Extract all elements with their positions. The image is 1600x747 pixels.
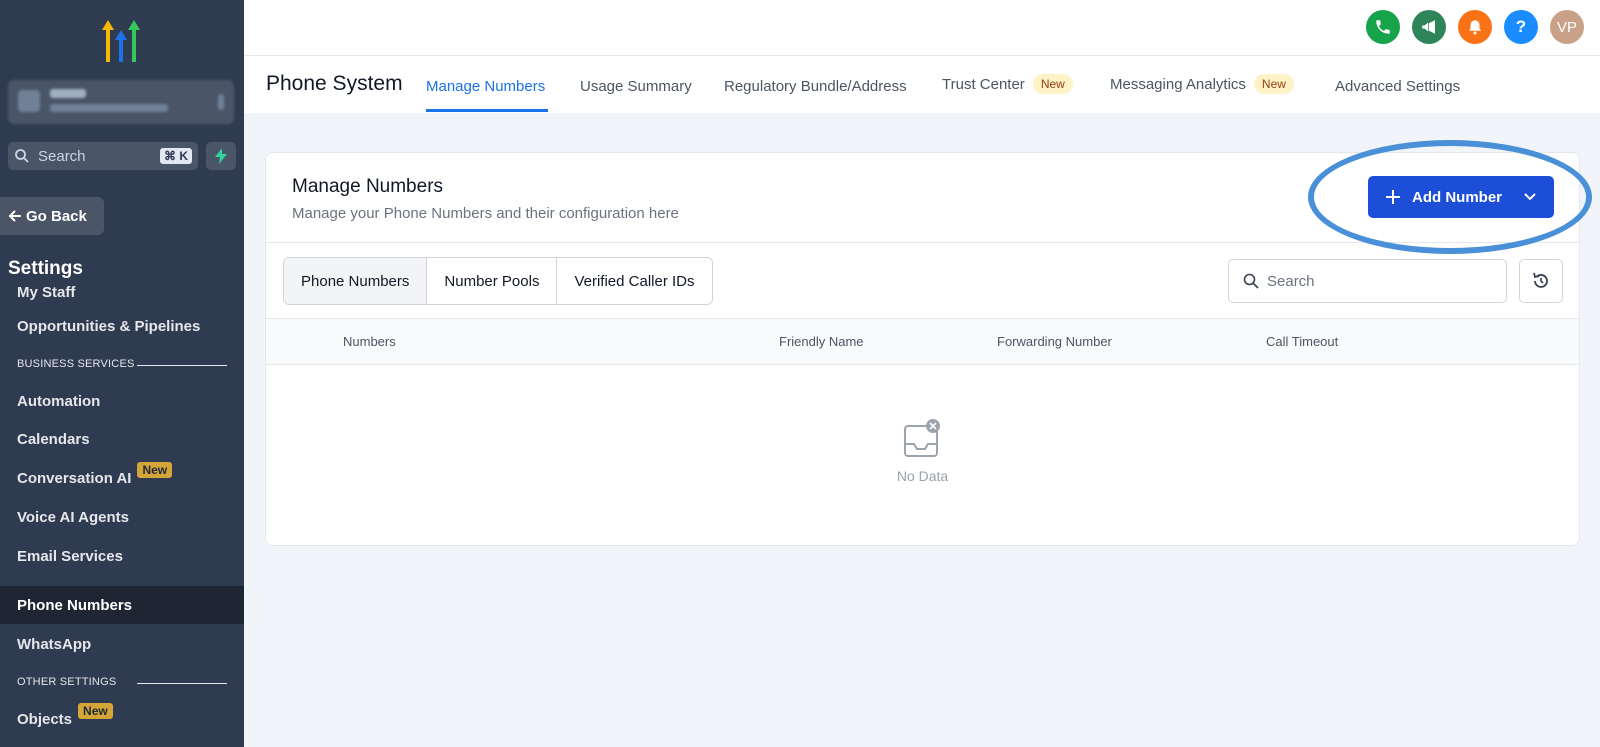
column-friendly-name: Friendly Name xyxy=(779,334,864,349)
settings-nav: My Staff Opportunities & Pipelines BUSIN… xyxy=(0,286,244,747)
card-divider xyxy=(266,242,1579,243)
table-header: Numbers Friendly Name Forwarding Number … xyxy=(266,318,1579,365)
add-number-label: Add Number xyxy=(1412,188,1502,206)
arrow-left-icon xyxy=(8,210,21,222)
page-title: Phone System xyxy=(266,72,403,95)
search-placeholder: Search xyxy=(1267,272,1315,290)
card-subtitle: Manage your Phone Numbers and their conf… xyxy=(292,205,679,222)
section-other-settings: OTHER SETTINGS xyxy=(17,676,227,688)
column-forwarding-number: Forwarding Number xyxy=(997,334,1112,349)
active-tab-indicator xyxy=(426,109,548,112)
sidebar-item-whatsapp[interactable]: WhatsApp xyxy=(0,625,244,663)
empty-inbox-icon xyxy=(904,419,940,457)
lightning-icon xyxy=(215,148,227,164)
sidebar-item-opportunities[interactable]: Opportunities & Pipelines xyxy=(0,307,244,345)
megaphone-icon[interactable] xyxy=(1412,10,1446,44)
section-business-services: BUSINESS SERVICES xyxy=(17,358,227,370)
refresh-icon xyxy=(1533,272,1548,288)
settings-title: Settings xyxy=(8,258,83,279)
tab-regulatory-bundle[interactable]: Regulatory Bundle/Address xyxy=(724,78,907,95)
search-icon xyxy=(15,149,29,163)
new-badge: New xyxy=(78,703,113,719)
refresh-button[interactable] xyxy=(1519,259,1563,303)
quick-action-button[interactable] xyxy=(206,142,236,170)
sidebar-search[interactable]: Search ⌘ K xyxy=(8,142,198,170)
search-icon xyxy=(1243,273,1259,289)
new-badge: New xyxy=(1032,74,1073,94)
go-back-button[interactable]: Go Back xyxy=(0,197,104,235)
column-numbers: Numbers xyxy=(343,334,396,349)
page-header: Phone System Manage Numbers Usage Summar… xyxy=(244,56,1600,113)
sidebar-search-placeholder: Search xyxy=(38,147,86,165)
empty-state-text: No Data xyxy=(896,468,949,484)
segment-phone-numbers[interactable]: Phone Numbers xyxy=(284,258,428,304)
bell-icon[interactable] xyxy=(1458,10,1492,44)
tab-messaging-analytics[interactable]: Messaging Analytics New xyxy=(1110,74,1294,94)
sidebar-item-email-services[interactable]: Email Services xyxy=(0,537,244,575)
number-type-segmented-control: Phone Numbers Number Pools Verified Call… xyxy=(283,257,713,305)
new-badge: New xyxy=(1253,74,1294,94)
tab-usage-summary[interactable]: Usage Summary xyxy=(580,78,692,95)
numbers-search-input[interactable]: Search xyxy=(1228,259,1507,303)
sidebar-item-phone-numbers[interactable]: Phone Numbers xyxy=(0,586,244,624)
top-bar: ? VP xyxy=(244,0,1600,56)
manage-numbers-card: Manage Numbers Manage your Phone Numbers… xyxy=(265,152,1580,546)
segment-number-pools[interactable]: Number Pools xyxy=(427,258,558,304)
go-back-label: Go Back xyxy=(26,207,87,225)
chevron-down-icon xyxy=(1524,193,1536,201)
sidebar-item-objects[interactable]: Objects New xyxy=(0,700,244,738)
column-call-timeout: Call Timeout xyxy=(1266,334,1339,349)
add-number-button[interactable]: Add Number xyxy=(1368,176,1554,218)
help-icon[interactable]: ? xyxy=(1504,10,1538,44)
sidebar-item-conversation-ai[interactable]: Conversation AI New xyxy=(0,459,244,497)
sidebar: Search ⌘ K Go Back Settings My Staff Opp… xyxy=(0,0,244,747)
new-badge: New xyxy=(137,462,173,478)
sidebar-item-voice-ai-agents[interactable]: Voice AI Agents xyxy=(0,498,244,536)
shortcut-badge: ⌘ K xyxy=(160,148,192,164)
tab-advanced-settings[interactable]: Advanced Settings xyxy=(1335,78,1460,95)
segment-verified-caller-ids[interactable]: Verified Caller IDs xyxy=(557,258,712,304)
account-switcher[interactable] xyxy=(8,80,234,124)
card-title: Manage Numbers xyxy=(292,176,444,197)
tab-trust-center[interactable]: Trust Center New xyxy=(942,74,1073,94)
avatar[interactable]: VP xyxy=(1550,10,1584,44)
app-logo[interactable] xyxy=(100,20,146,62)
sidebar-item-calendars[interactable]: Calendars xyxy=(0,420,244,458)
phone-icon[interactable] xyxy=(1366,10,1400,44)
plus-icon xyxy=(1386,190,1400,204)
tab-manage-numbers[interactable]: Manage Numbers xyxy=(426,78,545,95)
sidebar-item-automation[interactable]: Automation xyxy=(0,382,244,420)
